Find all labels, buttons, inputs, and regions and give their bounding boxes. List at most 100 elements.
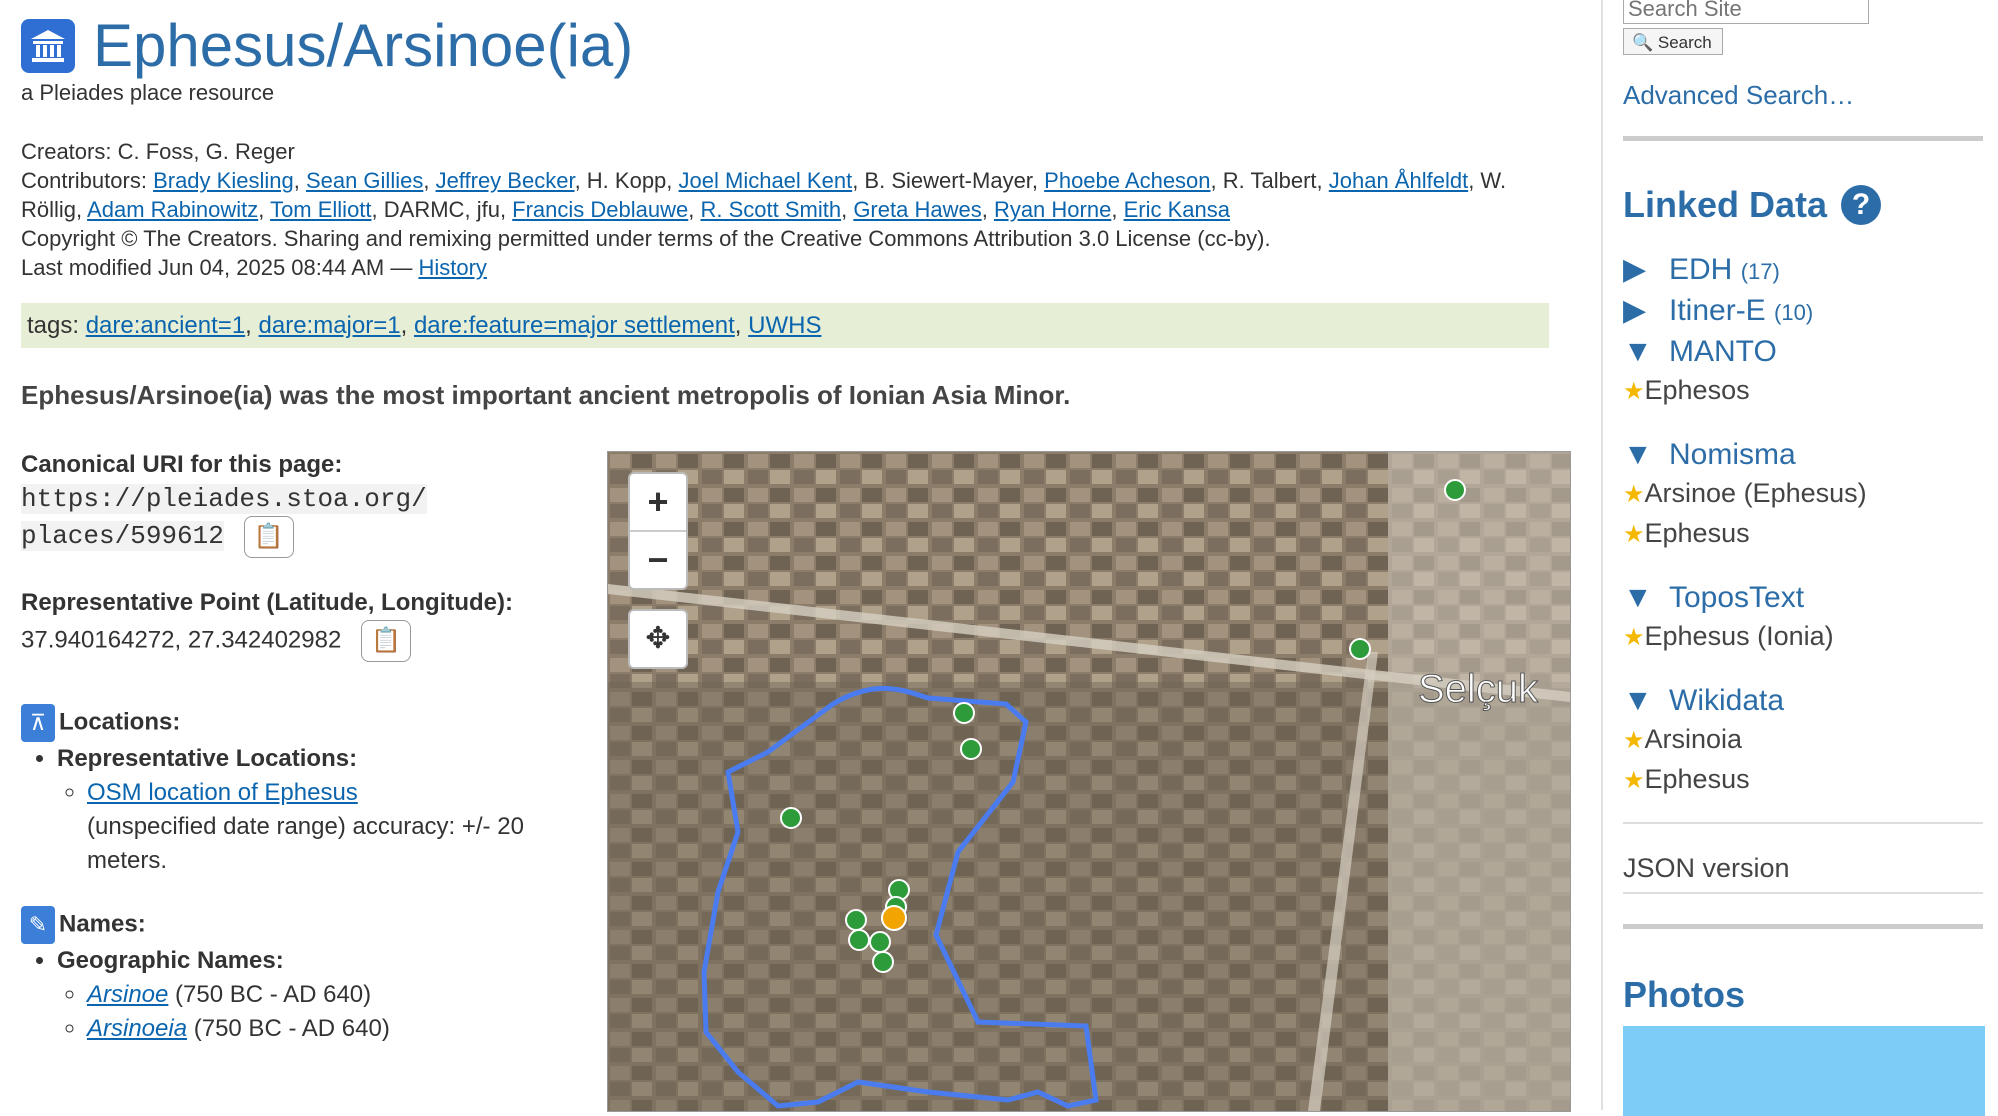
contributor[interactable]: Ryan Horne bbox=[994, 197, 1111, 222]
names-list: Geographic Names: Arsinoe (750 BC - AD 6… bbox=[21, 944, 581, 1046]
sidebar-divider bbox=[1601, 0, 1603, 1110]
tag-list: dare:ancient=1, dare:major=1, dare:featu… bbox=[85, 312, 822, 339]
linked-data-group-name: Nomisma bbox=[1669, 438, 1796, 471]
title-row: Ephesus/Arsinoe(ia) bbox=[21, 14, 633, 78]
linked-data-item[interactable]: ★Ephesos bbox=[1623, 371, 1867, 411]
contributor[interactable]: Phoebe Acheson bbox=[1044, 168, 1210, 193]
advanced-search-link[interactable]: Advanced Search… bbox=[1623, 80, 1854, 111]
contributor-list: Brady Kiesling, Sean Gillies, Jeffrey Be… bbox=[21, 168, 1507, 222]
map-imagery: Selçuk bbox=[608, 452, 1570, 1111]
linked-data-heading: Linked Data? bbox=[1623, 184, 1882, 226]
pan-button[interactable]: ✥ bbox=[628, 609, 688, 669]
creators: Creators: C. Foss, G. Reger bbox=[21, 139, 295, 164]
star-icon: ★ bbox=[1623, 727, 1645, 754]
contributor: jfu bbox=[476, 197, 500, 222]
copyright: Copyright © The Creators. Sharing and re… bbox=[21, 226, 1271, 251]
tag-icon: ✎ bbox=[21, 906, 55, 944]
help-icon[interactable]: ? bbox=[1841, 185, 1882, 225]
osm-location-link[interactable]: OSM location of Ephesus bbox=[87, 779, 358, 806]
photos-heading: Photos bbox=[1623, 974, 1745, 1015]
contributor[interactable]: Joel Michael Kent bbox=[679, 168, 853, 193]
triangle-down-icon: ▼ bbox=[1623, 581, 1653, 614]
linked-data-group-name: ToposText bbox=[1669, 581, 1805, 614]
last-modified: Last modified Jun 04, 2025 08:44 AM — Hi… bbox=[21, 255, 487, 280]
linked-data-item[interactable]: ★Ephesus bbox=[1623, 760, 1867, 800]
tag-link[interactable]: dare:major=1 bbox=[259, 312, 401, 339]
json-version-link[interactable]: JSON version bbox=[1623, 853, 1790, 884]
contributor[interactable]: Eric Kansa bbox=[1124, 197, 1230, 222]
contributor[interactable]: Brady Kiesling bbox=[153, 168, 294, 193]
linked-data-group[interactable]: ▼ ToposText bbox=[1623, 578, 1867, 617]
tag-link[interactable]: dare:feature=major settlement bbox=[414, 312, 735, 339]
rep-point-label: Representative Point (Latitude, Longitud… bbox=[21, 589, 514, 616]
star-icon: ★ bbox=[1623, 624, 1645, 651]
tag-link[interactable]: UWHS bbox=[748, 312, 821, 339]
sidebar-rule bbox=[1623, 822, 1983, 824]
linked-data-group-name: Itiner-E bbox=[1669, 294, 1766, 327]
sidebar-rule bbox=[1623, 136, 1983, 141]
linked-data-item[interactable]: ★Ephesus (Ionia) bbox=[1623, 617, 1867, 657]
clipboard-icon: 📋 bbox=[371, 627, 402, 654]
linked-data-count: (10) bbox=[1774, 300, 1814, 325]
linked-data-group[interactable]: ▼ Nomisma bbox=[1623, 435, 1867, 474]
name-item: Arsinoeia (750 BC - AD 640) bbox=[87, 1012, 581, 1046]
contributors: Contributors: Brady Kiesling, Sean Gilli… bbox=[21, 168, 1507, 222]
rep-point: 37.940164272, 27.342402982 bbox=[21, 626, 342, 654]
triangle-down-icon: ▼ bbox=[1623, 438, 1653, 471]
linked-data-group[interactable]: ▼ Wikidata bbox=[1623, 681, 1867, 720]
name-link[interactable]: Arsinoe bbox=[87, 981, 168, 1008]
linked-data-list: ▶ EDH (17) ▶ Itiner-E (10) ▼ MANTO ★Ephesos ▼ No… bbox=[1623, 250, 1867, 800]
canonical-uri-cont: places/599612 bbox=[21, 521, 224, 552]
linked-data-group-name: EDH bbox=[1669, 253, 1733, 286]
linked-data-group[interactable]: ▶ Itiner-E (10) bbox=[1623, 291, 1867, 332]
name-link[interactable]: Arsinoeia bbox=[87, 1015, 187, 1042]
copy-uri-button[interactable]: 📋 bbox=[243, 516, 294, 558]
star-icon: ★ bbox=[1623, 378, 1645, 405]
linked-data-item[interactable]: ★Arsinoe (Ephesus) bbox=[1623, 474, 1867, 514]
linked-data-item[interactable]: ★Ephesus bbox=[1623, 514, 1867, 554]
map-view[interactable]: Selçuk + − ✥ bbox=[607, 451, 1571, 1112]
linked-data-count: (17) bbox=[1740, 259, 1780, 284]
contributor[interactable]: Adam Rabinowitz bbox=[87, 197, 258, 222]
page-subtitle: a Pleiades place resource bbox=[21, 80, 275, 105]
map-town-label: Selçuk bbox=[1418, 667, 1539, 711]
history-link[interactable]: History bbox=[418, 255, 486, 280]
search-input[interactable] bbox=[1623, 0, 1869, 24]
sidebar-rule bbox=[1623, 924, 1983, 929]
tags-bar: tags: dare:ancient=1, dare:major=1, dare… bbox=[21, 303, 1549, 348]
page-title: Ephesus/Arsinoe(ia) bbox=[93, 12, 634, 79]
copy-point-button[interactable]: 📋 bbox=[361, 620, 412, 662]
zoom-out-button[interactable]: − bbox=[630, 532, 686, 588]
linked-data-group[interactable]: ▶ EDH (17) bbox=[1623, 250, 1867, 291]
names-label: Names: bbox=[59, 910, 146, 938]
zoom-in-button[interactable]: + bbox=[630, 474, 686, 530]
contributor[interactable]: R. Scott Smith bbox=[700, 197, 841, 222]
zoom-control: + − bbox=[628, 472, 688, 590]
locations-label: Locations: bbox=[59, 708, 181, 736]
name-range: (750 BC - AD 640) bbox=[187, 1015, 390, 1042]
search-button[interactable]: 🔍 Search bbox=[1623, 28, 1723, 55]
linked-data-item[interactable]: ★Arsinoia bbox=[1623, 720, 1867, 760]
sidebar-rule bbox=[1623, 892, 1983, 894]
contributor: DARMC bbox=[383, 197, 465, 222]
linked-data-group[interactable]: ▼ MANTO bbox=[1623, 332, 1867, 371]
contributor[interactable]: Sean Gillies bbox=[306, 168, 423, 193]
linked-data-group-name: Wikidata bbox=[1669, 684, 1785, 717]
contributor[interactable]: Francis Deblauwe bbox=[512, 197, 688, 222]
contributor[interactable]: Jeffrey Becker bbox=[436, 168, 575, 193]
contributor[interactable]: Tom Elliott bbox=[270, 197, 371, 222]
contributor: B. Siewert-Mayer bbox=[864, 168, 1032, 193]
linked-data-group-name: MANTO bbox=[1669, 335, 1777, 368]
contributor[interactable]: Johan Åhlfeldt bbox=[1329, 168, 1468, 193]
contributor: R. Talbert bbox=[1222, 168, 1317, 193]
representative-point-marker[interactable] bbox=[881, 905, 907, 931]
photo-thumbnail[interactable] bbox=[1623, 1026, 1985, 1116]
triangle-down-icon: ▼ bbox=[1623, 684, 1653, 717]
tag-link[interactable]: dare:ancient=1 bbox=[86, 312, 245, 339]
contributor[interactable]: Greta Hawes bbox=[853, 197, 981, 222]
temple-icon bbox=[21, 19, 75, 73]
place-summary: Ephesus/Arsinoe(ia) was the most importa… bbox=[21, 380, 1071, 410]
triangle-down-icon: ▼ bbox=[1623, 335, 1653, 368]
metadata: Creators: C. Foss, G. Reger Contributors… bbox=[21, 137, 1541, 282]
locations-list: Representative Locations: OSM location o… bbox=[21, 742, 581, 878]
